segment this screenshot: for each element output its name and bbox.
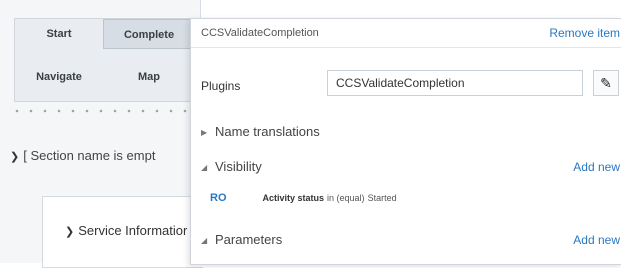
plugins-label: Plugins (201, 79, 241, 93)
rule-key: Activity status (262, 193, 325, 203)
panel-header: CCSValidateCompletion Remove item (191, 19, 621, 48)
chevron-down-icon: ❯ (65, 226, 75, 238)
step-button-grid: Start Complete Navigate Map (14, 18, 196, 102)
parameters-add-new-link[interactable]: Add new (573, 233, 620, 247)
triangle-right-icon: ▶ (201, 128, 208, 137)
rule-operator: in (equal) (327, 193, 365, 203)
visibility-section[interactable]: ◢ Visibility (201, 159, 262, 174)
flow-editor-pane: Start Complete Navigate Map ❯[ Section n… (0, 0, 203, 268)
panel-title: CCSValidateCompletion (201, 27, 319, 39)
visibility-rule-row[interactable]: RO Activity status in (equal) Started (210, 192, 397, 204)
chevron-down-icon: ❯ (10, 151, 20, 163)
service-information-header[interactable]: ❯ Service Informatior (65, 223, 187, 238)
rule-value: Started (367, 193, 397, 203)
service-information-label: Service Informatior (78, 223, 188, 238)
edit-plugins-button[interactable]: ✎ (593, 70, 619, 96)
parameters-label: Parameters (215, 232, 283, 247)
visibility-label: Visibility (215, 159, 262, 174)
section-header[interactable]: ❯[ Section name is empt (10, 148, 155, 163)
navigate-button[interactable]: Navigate (15, 62, 103, 92)
visibility-add-new-link[interactable]: Add new (573, 160, 620, 174)
properties-panel: CCSValidateCompletion Remove item Plugin… (190, 18, 621, 265)
service-information-box: ❯ Service Informatior (42, 196, 203, 268)
name-translations-label: Name translations (215, 124, 320, 139)
name-translations-section[interactable]: ▶ Name translations (201, 124, 320, 139)
rule-code: RO (210, 192, 227, 204)
start-button[interactable]: Start (15, 19, 103, 49)
triangle-down-icon: ◢ (201, 236, 208, 245)
map-button[interactable]: Map (103, 62, 195, 92)
complete-button[interactable]: Complete (103, 19, 195, 49)
section-name-label: [ Section name is empt (23, 148, 156, 163)
parameters-section[interactable]: ◢ Parameters (201, 232, 282, 247)
triangle-down-icon: ◢ (201, 163, 208, 172)
dotted-divider (10, 108, 196, 114)
pencil-icon: ✎ (600, 75, 612, 91)
plugins-field[interactable]: CCSValidateCompletion (327, 70, 583, 96)
remove-item-link[interactable]: Remove item (549, 26, 620, 40)
